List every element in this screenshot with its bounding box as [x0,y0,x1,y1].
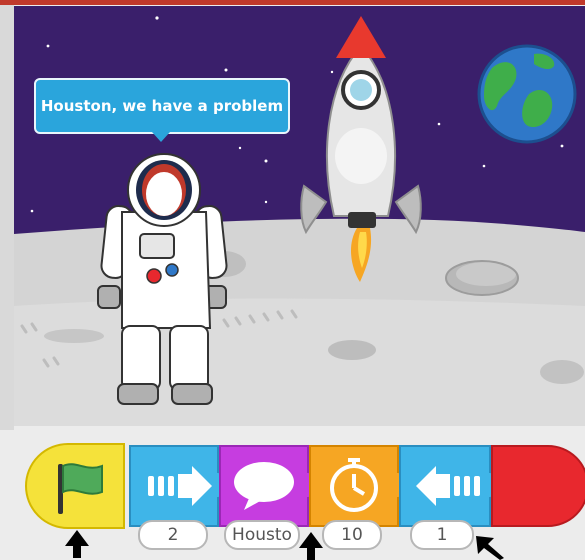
end-block[interactable] [488,442,585,530]
move-right-steps-field[interactable]: 2 [138,520,208,550]
move-left-block[interactable] [396,442,498,530]
green-flag-trigger-block[interactable] [24,442,136,530]
move-right-block[interactable] [126,442,226,530]
speech-bubble: Houston, we have a problem [34,78,290,134]
script-area[interactable]: 2 Housto 10 1 [0,430,585,560]
arrow-up-pointer-icon [65,530,89,558]
left-gutter [0,5,14,430]
say-block[interactable] [216,442,316,530]
rocket-exhaust [348,212,376,228]
stage-scene [14,6,585,426]
top-border [0,0,585,5]
move-left-steps-field[interactable]: 1 [410,520,474,550]
speech-bubble-tail [152,132,170,142]
wait-duration-field[interactable]: 10 [322,520,382,550]
stage[interactable] [14,6,585,426]
say-text-field[interactable]: Housto [224,520,300,550]
arrow-up-pointer-icon [299,532,323,560]
arrow-diagonal-pointer-icon [476,536,504,560]
wait-block[interactable] [306,442,406,530]
earth-icon [477,44,577,144]
